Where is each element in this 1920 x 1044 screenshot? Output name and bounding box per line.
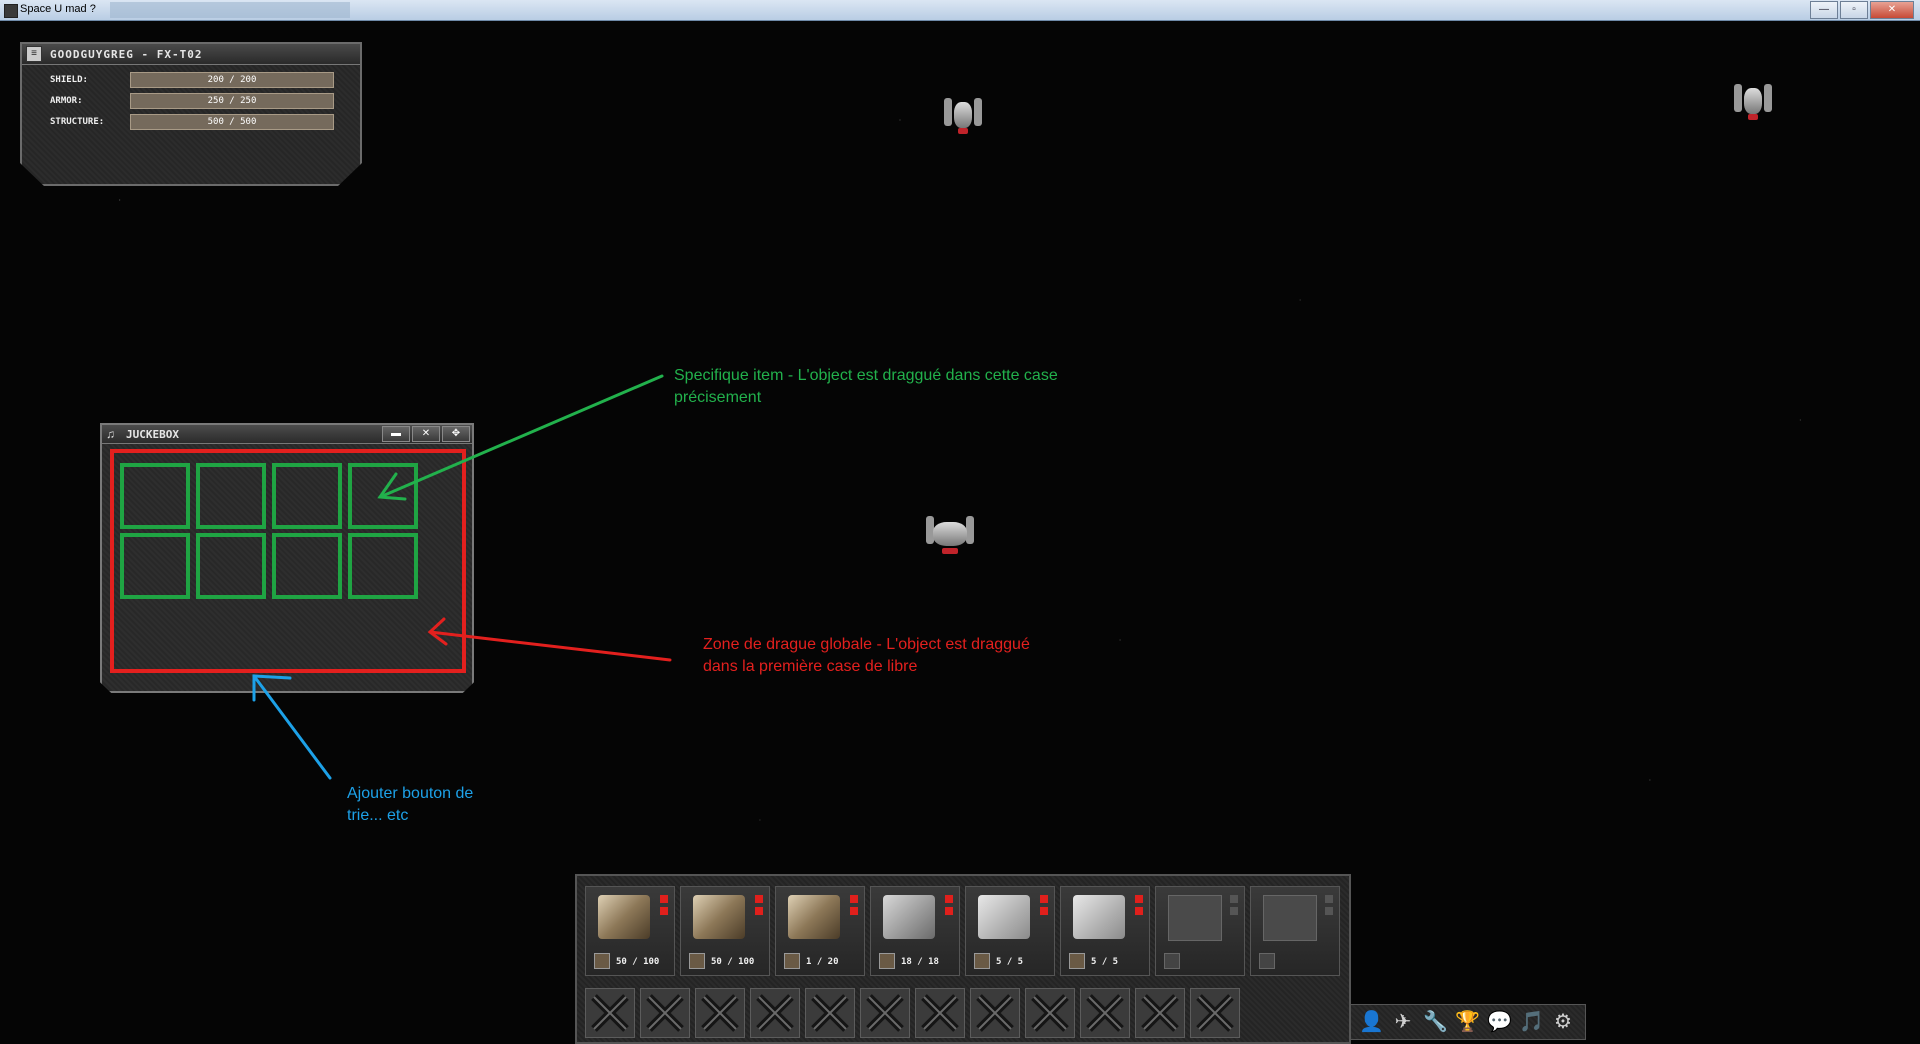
weapon-slot[interactable]: 18 / 18 [870,886,960,976]
empty-slot[interactable] [1155,886,1245,976]
cross-icon [921,994,959,1032]
ship-icon[interactable]: ✈ [1391,1010,1415,1034]
empty-mini-icon [1164,953,1180,969]
empty-mini-icon [1259,953,1275,969]
locked-slot[interactable] [970,988,1020,1038]
menu-bar: 👤 ✈ 🔧 🏆 💬 🎵 ⚙ [1350,1004,1586,1040]
settings-icon[interactable]: ⚙ [1551,1010,1575,1034]
cross-icon [591,994,629,1032]
action-bar: 50 / 100 50 / 100 1 / 20 18 / 18 5 / 5 5… [575,874,1351,1044]
launcher-icon [788,895,840,939]
music-icon[interactable]: 🎵 [1519,1010,1544,1034]
red-annotation-line: Zone de drague globale - L'object est dr… [703,636,1030,653]
weapon-slot[interactable]: 50 / 100 [680,886,770,976]
cross-icon [646,994,684,1032]
locked-slot[interactable] [1190,988,1240,1038]
locked-slot[interactable] [695,988,745,1038]
trophy-icon[interactable]: 🏆 [1455,1010,1480,1034]
locked-slot[interactable] [1080,988,1130,1038]
blue-arrow-head [252,674,292,702]
cross-icon [811,994,849,1032]
ammo-icon [594,953,610,969]
empty-slot[interactable] [1250,886,1340,976]
item-count: 18 / 18 [901,957,939,967]
green-annotation: Specifique item - L'object est draggué d… [674,365,1058,409]
module-mini-icon [974,953,990,969]
item-count: 1 / 20 [806,957,839,967]
cross-icon [976,994,1014,1032]
red-arrow-line [428,630,672,662]
locked-slot[interactable] [750,988,800,1038]
locked-slot[interactable] [585,988,635,1038]
item-count: 5 / 5 [1091,957,1119,967]
empty-slot-icon [1168,895,1222,941]
locked-slot[interactable] [860,988,910,1038]
weapon-slot[interactable]: 1 / 20 [775,886,865,976]
cross-icon [1086,994,1124,1032]
ammo-icon [689,953,705,969]
locked-slot[interactable] [915,988,965,1038]
turret-icon [693,895,745,939]
blue-annotation-line: trie... etc [347,807,409,824]
item-count: 50 / 100 [616,957,660,967]
green-annotation-line: précisement [674,389,762,406]
green-annotation-line: Specifique item - L'object est draggué d… [674,367,1058,384]
module-slot[interactable]: 5 / 5 [965,886,1055,976]
blue-annotation: Ajouter bouton de trie... etc [347,783,473,827]
locked-slot[interactable] [1025,988,1075,1038]
cross-icon [1196,994,1234,1032]
module-icon [1073,895,1125,939]
red-annotation-line: dans la première case de libre [703,658,918,675]
empty-slot-icon [1263,895,1317,941]
module-icon [978,895,1030,939]
module-slot[interactable]: 5 / 5 [1060,886,1150,976]
item-count: 50 / 100 [711,957,755,967]
ammo-icon [879,953,895,969]
tools-icon[interactable]: 🔧 [1423,1010,1448,1034]
turret-icon [598,895,650,939]
blue-arrow-line [252,674,332,780]
cross-icon [1141,994,1179,1032]
green-arrow-line [378,374,664,499]
weapon-slot[interactable]: 50 / 100 [585,886,675,976]
chat-icon[interactable]: 💬 [1487,1010,1512,1034]
blue-annotation-line: Ajouter bouton de [347,785,474,802]
cross-icon [701,994,739,1032]
profile-icon[interactable]: 👤 [1359,1010,1384,1034]
cross-icon [866,994,904,1032]
ammo-icon [784,953,800,969]
locked-slot[interactable] [640,988,690,1038]
locked-slot[interactable] [1135,988,1185,1038]
cross-icon [1031,994,1069,1032]
locked-slot[interactable] [805,988,855,1038]
cross-icon [756,994,794,1032]
module-mini-icon [1069,953,1085,969]
drone-icon [883,895,935,939]
red-annotation: Zone de drague globale - L'object est dr… [703,634,1030,678]
item-count: 5 / 5 [996,957,1024,967]
